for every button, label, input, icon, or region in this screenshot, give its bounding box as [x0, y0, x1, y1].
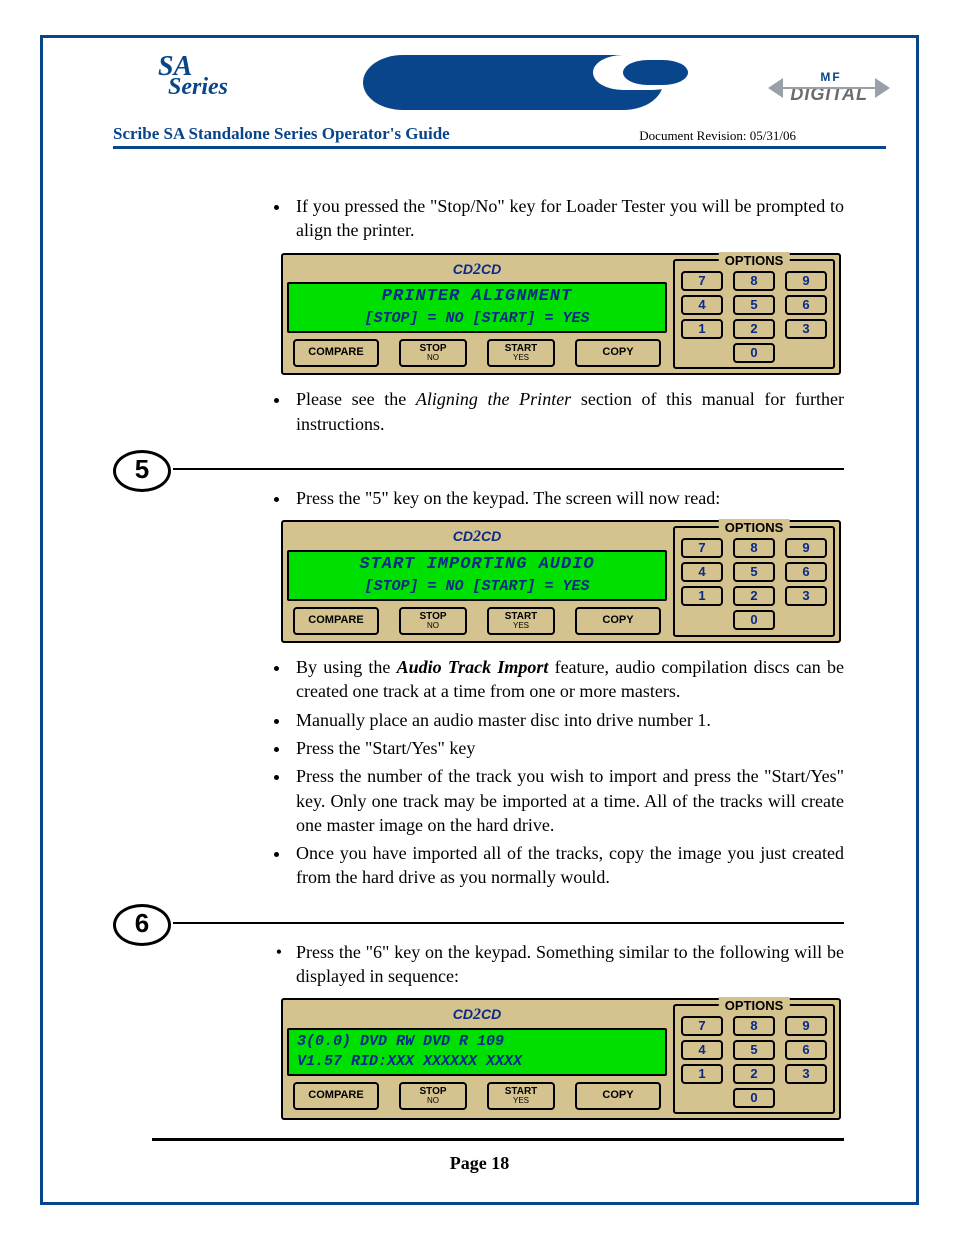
step-badge-5: 5 — [113, 450, 171, 492]
options-label: OPTIONS — [719, 997, 790, 1015]
copy-button[interactable]: COPY — [575, 607, 661, 635]
lcd-screen: START IMPORTING AUDIO [STOP] = NO [START… — [287, 550, 667, 601]
lcd-line1: PRINTER ALIGNMENT — [293, 286, 661, 309]
step5-points: By using the Audio Track Import feature,… — [113, 655, 844, 890]
lcd-screen: 3(0.0) DVD RW DVD R 109 V1.57 RID:XXX XX… — [287, 1028, 667, 1077]
key-6[interactable]: 6 — [785, 1040, 827, 1060]
lcd-panel-printer: CD2CD PRINTER ALIGNMENT [STOP] = NO [STA… — [281, 253, 841, 376]
options-label: OPTIONS — [719, 252, 790, 270]
key-8[interactable]: 8 — [733, 271, 775, 291]
key-4[interactable]: 4 — [681, 562, 723, 582]
doc-title: Scribe SA Standalone Series Operator's G… — [113, 124, 450, 144]
copy-button[interactable]: COPY — [575, 339, 661, 367]
step5-point: Press the number of the track you wish t… — [291, 764, 844, 837]
key-4[interactable]: 4 — [681, 1040, 723, 1060]
key-8[interactable]: 8 — [733, 538, 775, 558]
step-badge-6: 6 — [113, 904, 171, 946]
keypad: OPTIONS 7 8 9 4 5 6 1 2 3 0 — [673, 259, 835, 370]
compare-button[interactable]: COMPARE — [293, 1082, 379, 1110]
step-5: 5 Press the "5" key on the keypad. The s… — [113, 462, 844, 890]
key-7[interactable]: 7 — [681, 1016, 723, 1036]
printer-note-list: Please see the Aligning the Printer sect… — [113, 387, 844, 436]
copy-button[interactable]: COPY — [575, 1082, 661, 1110]
compare-button[interactable]: COMPARE — [293, 339, 379, 367]
header-banner: SA Series MF DIGITAL — [113, 55, 886, 120]
start-yes-button[interactable]: START YES — [487, 339, 555, 367]
step6-lead: Press the "6" key on the keypad. Somethi… — [291, 940, 844, 989]
key-9[interactable]: 9 — [785, 1016, 827, 1036]
brand-label: CD2CD — [287, 526, 667, 550]
keypad: OPTIONS 7 8 9 4 5 6 1 2 3 0 — [673, 526, 835, 637]
mf-digital-logo: MF DIGITAL — [772, 70, 886, 105]
key-3[interactable]: 3 — [785, 319, 827, 339]
key-6[interactable]: 6 — [785, 562, 827, 582]
compare-button[interactable]: COMPARE — [293, 607, 379, 635]
brand-label: CD2CD — [287, 259, 667, 283]
lcd-panel-audio: CD2CD START IMPORTING AUDIO [STOP] = NO … — [281, 520, 841, 643]
lcd-line2: V1.57 RID:XXX XXXXXX XXXX — [293, 1052, 661, 1072]
lcd-panel-drive: CD2CD 3(0.0) DVD RW DVD R 109 V1.57 RID:… — [281, 998, 841, 1120]
key-5[interactable]: 5 — [733, 562, 775, 582]
key-5[interactable]: 5 — [733, 295, 775, 315]
logo-mf: MF — [820, 70, 868, 84]
lcd-screen: PRINTER ALIGNMENT [STOP] = NO [START] = … — [287, 282, 667, 333]
key-0[interactable]: 0 — [733, 343, 775, 363]
key-5[interactable]: 5 — [733, 1040, 775, 1060]
step-rule — [173, 468, 844, 470]
key-4[interactable]: 4 — [681, 295, 723, 315]
start-yes-button[interactable]: START YES — [487, 607, 555, 635]
key-3[interactable]: 3 — [785, 1064, 827, 1084]
key-2[interactable]: 2 — [733, 319, 775, 339]
intro-list: If you pressed the "Stop/No" key for Loa… — [113, 194, 844, 243]
key-7[interactable]: 7 — [681, 538, 723, 558]
step-6: 6 Press the "6" key on the keypad. Somet… — [113, 916, 844, 1121]
keypad: OPTIONS 7 8 9 4 5 6 1 2 3 0 — [673, 1004, 835, 1114]
options-label: OPTIONS — [719, 519, 790, 537]
key-6[interactable]: 6 — [785, 295, 827, 315]
start-yes-button[interactable]: START YES — [487, 1082, 555, 1110]
key-1[interactable]: 1 — [681, 586, 723, 606]
lcd-line1: START IMPORTING AUDIO — [293, 554, 661, 577]
key-7[interactable]: 7 — [681, 271, 723, 291]
key-0[interactable]: 0 — [733, 1088, 775, 1108]
brand-label: CD2CD — [287, 1004, 667, 1028]
key-1[interactable]: 1 — [681, 319, 723, 339]
banner-shapes — [363, 55, 683, 110]
key-9[interactable]: 9 — [785, 271, 827, 291]
step5-point: Press the "Start/Yes" key — [291, 736, 844, 760]
step5-point: Once you have imported all of the tracks… — [291, 841, 844, 890]
page-number: Page 18 — [40, 1153, 919, 1174]
stop-no-button[interactable]: STOP NO — [399, 607, 467, 635]
stop-no-button[interactable]: STOP NO — [399, 1082, 467, 1110]
intro-item: If you pressed the "Stop/No" key for Loa… — [291, 194, 844, 243]
printer-note: Please see the Aligning the Printer sect… — [291, 387, 844, 436]
stop-no-button[interactable]: STOP NO — [399, 339, 467, 367]
key-2[interactable]: 2 — [733, 1064, 775, 1084]
key-3[interactable]: 3 — [785, 586, 827, 606]
lcd-line1: 3(0.0) DVD RW DVD R 109 — [293, 1032, 661, 1052]
step5-point-audio-track: By using the Audio Track Import feature,… — [291, 655, 844, 704]
step-rule — [173, 922, 844, 924]
lcd-line2: [STOP] = NO [START] = YES — [293, 577, 661, 597]
lcd-line2: [STOP] = NO [START] = YES — [293, 309, 661, 329]
key-1[interactable]: 1 — [681, 1064, 723, 1084]
key-9[interactable]: 9 — [785, 538, 827, 558]
step5-point: Manually place an audio master disc into… — [291, 708, 844, 732]
step5-lead: Press the "5" key on the keypad. The scr… — [291, 486, 844, 510]
header: SA Series MF DIGITAL Scribe SA Standalon… — [113, 55, 886, 149]
footer-rule — [152, 1138, 844, 1141]
key-8[interactable]: 8 — [733, 1016, 775, 1036]
key-2[interactable]: 2 — [733, 586, 775, 606]
sa-series-logo: SA Series — [158, 55, 228, 97]
logo-bottom: Series — [168, 77, 228, 97]
page-content: If you pressed the "Stop/No" key for Loa… — [113, 194, 844, 1120]
key-0[interactable]: 0 — [733, 610, 775, 630]
doc-revision: Document Revision: 05/31/06 — [639, 128, 796, 144]
